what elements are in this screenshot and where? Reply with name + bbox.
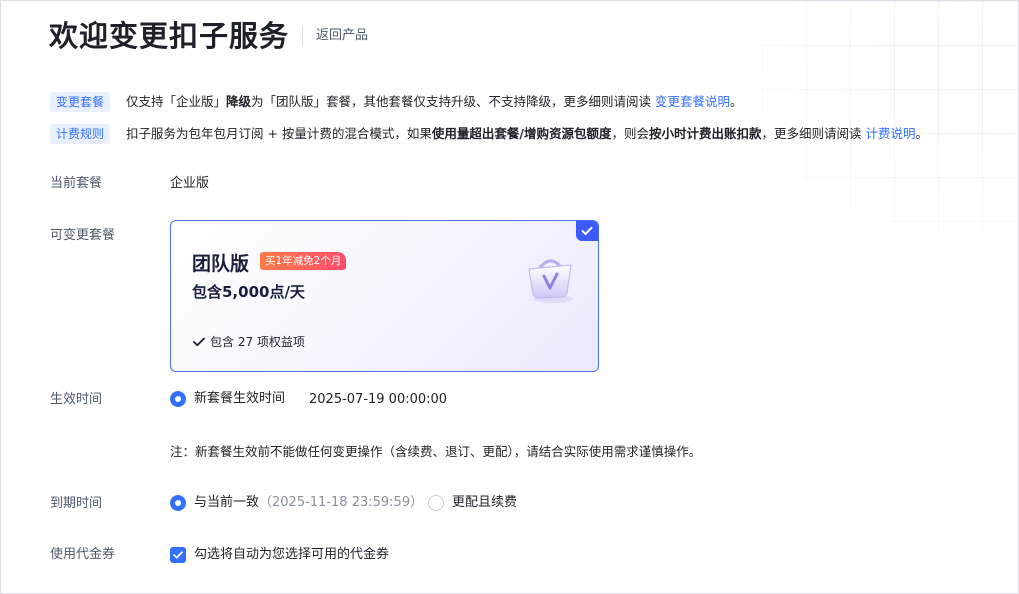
- billing-text-end: 。: [915, 126, 929, 141]
- expiry-option-renew[interactable]: 更配且续费: [428, 494, 517, 512]
- change-plan-text-bold: 降级: [226, 94, 252, 109]
- plan-name: 团队版: [192, 253, 250, 275]
- plan-card-team[interactable]: 团队版 买1年减免2个月 包含5,000点/天 包含 27 项权益项: [170, 220, 599, 372]
- effective-time-value: 2025-07-19 00:00:00: [309, 392, 448, 407]
- current-plan-value: 企业版: [170, 176, 210, 191]
- billing-rules-description: 扣子服务为包年包月订阅 + 按量计费的混合模式，如果使用量超出套餐/增购资源包额…: [126, 124, 928, 144]
- plan-benefits-text: 包含 27 项权益项: [210, 335, 305, 349]
- expiry-keep-label: 与当前一致: [194, 495, 260, 510]
- voucher-checkbox[interactable]: [170, 547, 186, 563]
- change-plan-text-end: 。: [730, 94, 743, 109]
- billing-text-bold-2: 按小时计费出账扣款: [649, 126, 762, 141]
- billing-rules-tag: 计费规则: [50, 124, 111, 144]
- plan-points: 包含5,000点/天: [192, 283, 305, 301]
- selected-check-icon: [576, 221, 598, 241]
- expiry-time-label: 到期时间: [50, 496, 103, 511]
- voucher-checkbox-label: 勾选将自动为您选择可用的代金券: [194, 547, 390, 562]
- shopping-basket-icon: [528, 259, 573, 303]
- page-title: 欢迎变更扣子服务: [49, 19, 290, 53]
- expiry-keep-detail: （2025-11-18 23:59:59）: [259, 495, 424, 510]
- effective-time-option-label: 新套餐生效时间: [194, 391, 286, 406]
- check-icon: [173, 551, 183, 559]
- change-plan-text-1: 仅支持「企业版」: [126, 94, 227, 109]
- effective-time-radio[interactable]: [170, 391, 186, 407]
- billing-doc-link[interactable]: 计费说明: [866, 126, 916, 141]
- effective-time-label: 生效时间: [50, 392, 103, 407]
- effective-time-note: 注：新套餐生效前不能做任何变更操作（含续费、退订、更配），请结合实际使用需求谨慎…: [170, 444, 702, 459]
- billing-text-3: ，更多细则请阅读: [761, 126, 866, 141]
- expiry-option-keep[interactable]: 与当前一致 （2025-11-18 23:59:59）: [170, 494, 423, 512]
- plan-benefits: 包含 27 项权益项: [193, 334, 305, 350]
- title-divider: [302, 25, 303, 47]
- current-plan-label: 当前套餐: [50, 176, 103, 191]
- available-plans-label: 可变更套餐: [50, 228, 116, 243]
- expiry-renew-radio[interactable]: [428, 495, 444, 511]
- expiry-keep-radio[interactable]: [170, 495, 186, 511]
- checkmark-icon: [193, 337, 205, 347]
- change-plan-tag: 变更套餐: [50, 92, 111, 112]
- change-plan-description: 仅支持「企业版」降级为「团队版」套餐，其他套餐仅支持升级、不支持降级，更多细则请…: [126, 92, 743, 112]
- effective-time-option[interactable]: 新套餐生效时间: [170, 390, 285, 408]
- voucher-option[interactable]: 勾选将自动为您选择可用的代金券: [170, 546, 389, 564]
- change-plan-doc-link[interactable]: 变更套餐说明: [655, 94, 730, 109]
- billing-text-1: 扣子服务为包年包月订阅 + 按量计费的混合模式，如果: [126, 126, 432, 141]
- promo-badge: 买1年减免2个月: [260, 252, 347, 270]
- billing-text-bold-1: 使用量超出套餐/增购资源包额度: [431, 126, 612, 141]
- page-container: 欢迎变更扣子服务 返回产品 变更套餐 仅支持「企业版」降级为「团队版」套餐，其他…: [0, 0, 1019, 594]
- voucher-label: 使用代金券: [50, 547, 116, 562]
- change-plan-text-2: 为「团队版」套餐，其他套餐仅支持升级、不支持降级，更多细则请阅读: [251, 94, 656, 109]
- back-to-product-link[interactable]: 返回产品: [316, 27, 368, 45]
- expiry-renew-label: 更配且续费: [452, 495, 518, 510]
- billing-text-2: ，则会: [611, 126, 650, 141]
